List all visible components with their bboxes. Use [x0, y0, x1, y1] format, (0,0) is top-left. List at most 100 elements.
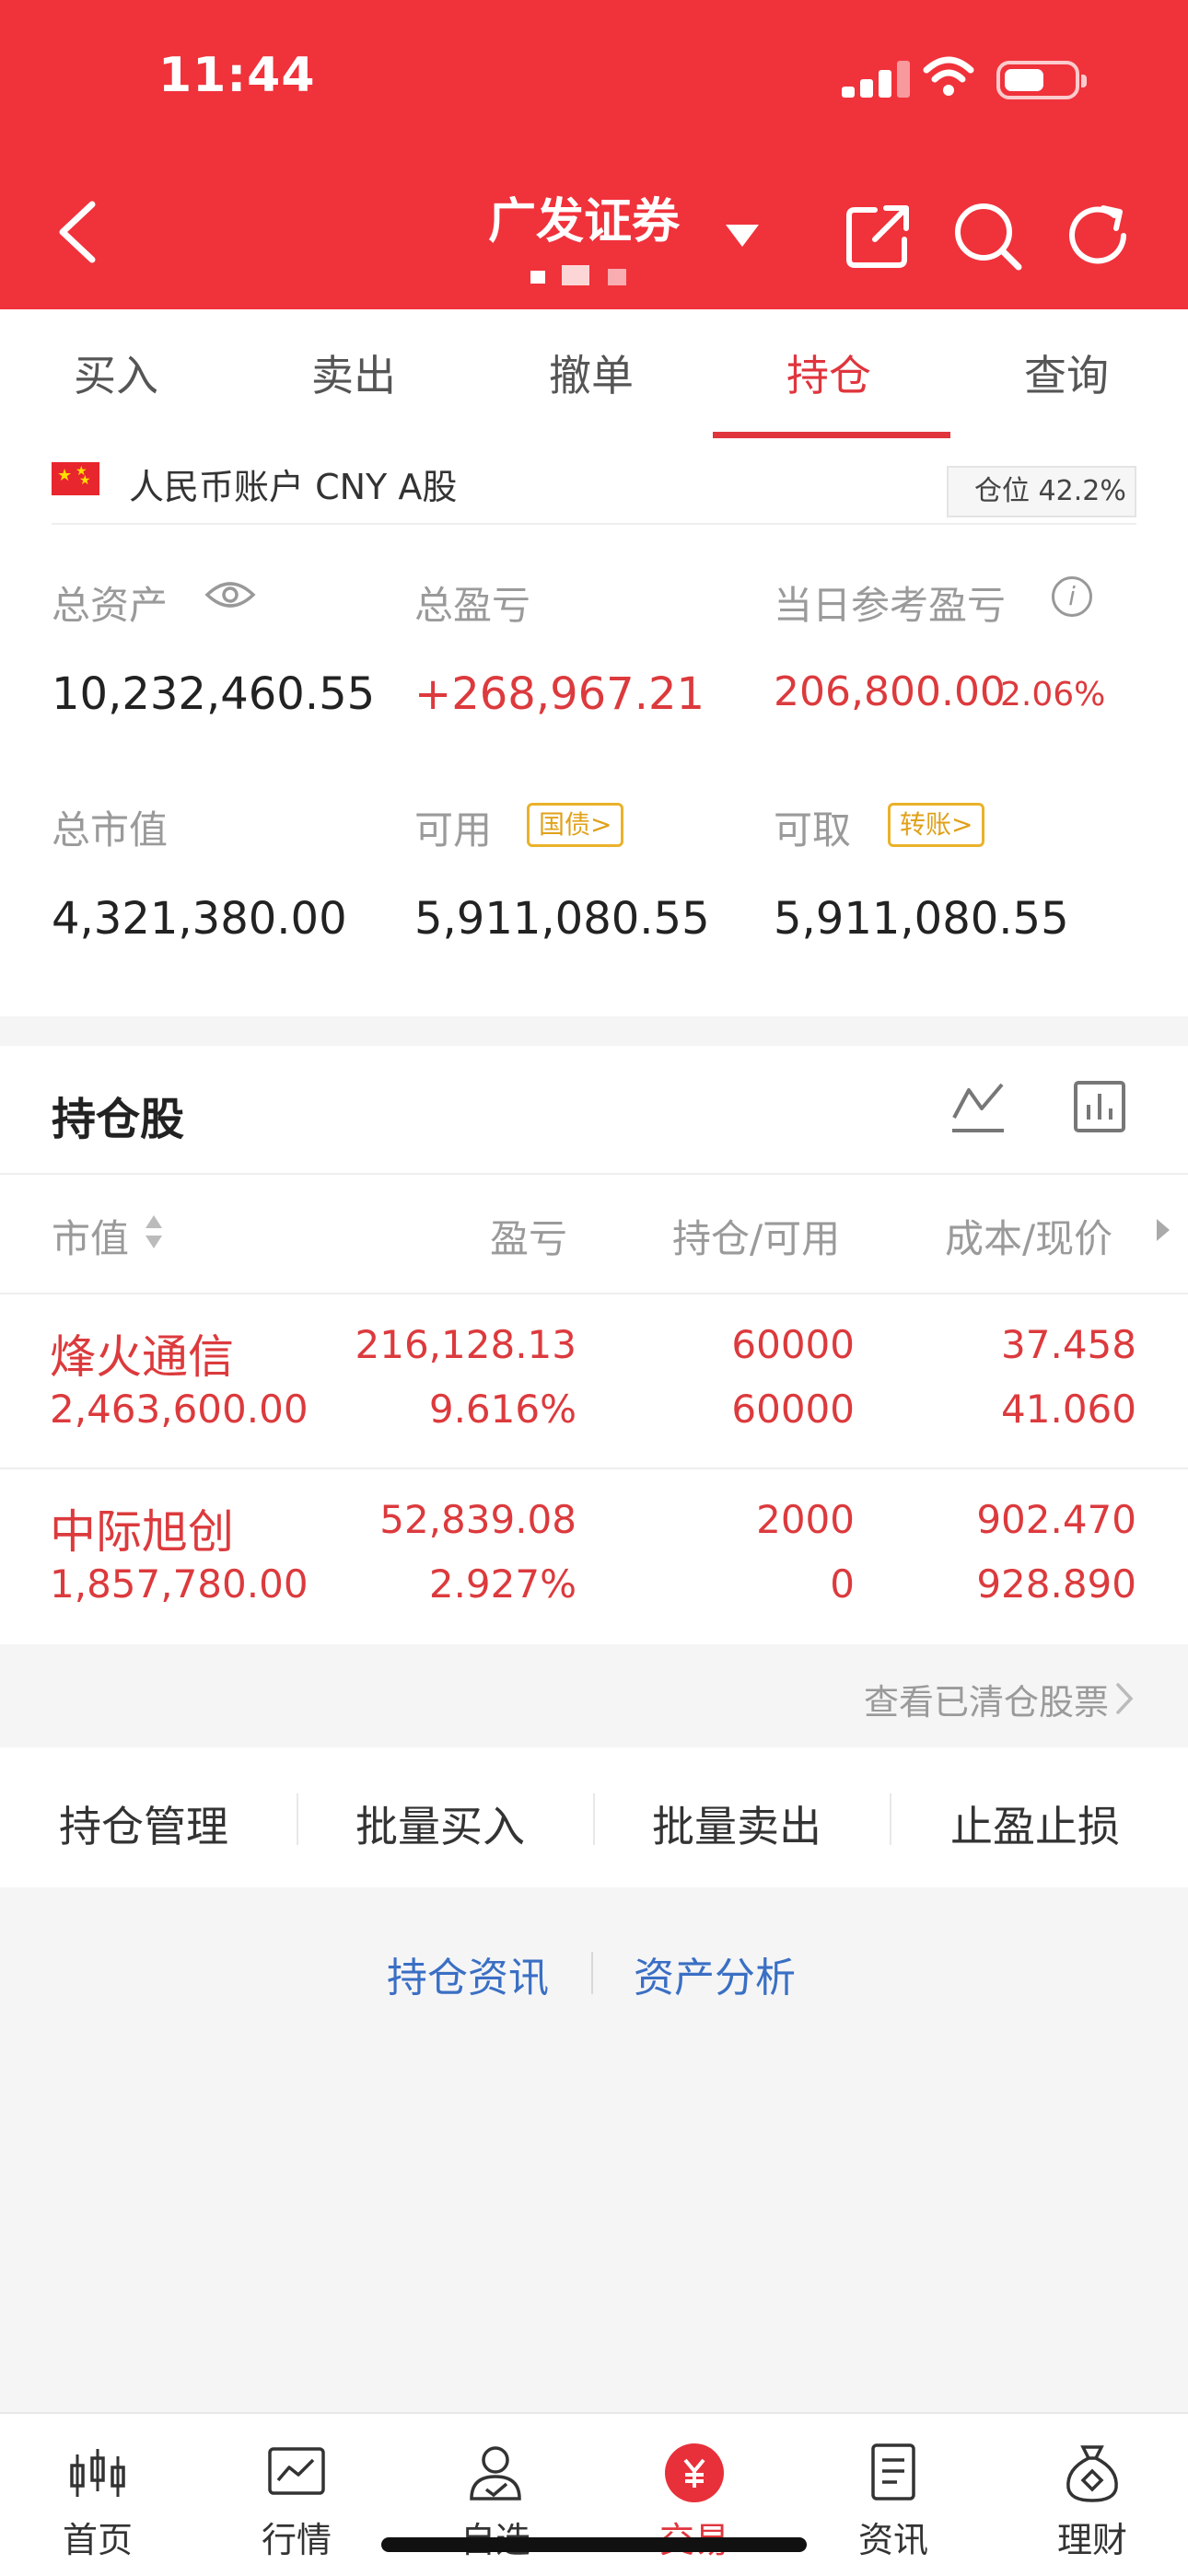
candlestick-icon [70, 2449, 125, 2497]
nav-market-label: 行情 [261, 2520, 332, 2560]
col-pnl: 盈亏 [490, 1216, 568, 1261]
nav-market[interactable]: 行情 [204, 2414, 389, 2576]
treasury-bond-tag[interactable]: 国债> [527, 803, 624, 847]
search-icon[interactable] [950, 199, 1024, 273]
stock-holding: 2000 [756, 1497, 855, 1542]
sort-icon[interactable] [144, 1212, 164, 1252]
home-indicator[interactable] [381, 2537, 807, 2552]
nav-wealth-label: 理财 [1056, 2520, 1127, 2560]
available-value: 5,911,080.55 [414, 893, 710, 945]
total-pnl-label: 总盈亏 [414, 583, 531, 628]
divider [297, 1793, 298, 1845]
divider [591, 1952, 593, 1994]
battery-icon [996, 61, 1087, 99]
nav-news-label: 资讯 [857, 2520, 928, 2560]
withdrawable-value: 5,911,080.55 [774, 893, 1069, 945]
table-row[interactable]: 烽火通信 2,463,600.00 216,128.13 9.616% 6000… [0, 1294, 1188, 1469]
available-label: 可用 [414, 807, 493, 853]
batch-buy-button[interactable]: 批量买入 [355, 1793, 525, 1854]
tab-active-indicator [713, 432, 950, 438]
user-check-icon [470, 2446, 521, 2501]
nav-home-label: 首页 [62, 2520, 133, 2560]
divider [593, 1793, 595, 1845]
holdings-title: 持仓股 [52, 1094, 185, 1145]
tab-query[interactable]: 查询 [1024, 342, 1109, 403]
stock-holding: 60000 [731, 1322, 855, 1367]
yuan-icon [665, 2443, 724, 2502]
info-icon[interactable]: i [1052, 576, 1092, 617]
daily-pnl-label: 当日参考盈亏 [774, 583, 1007, 628]
stock-market-value: 2,463,600.00 [50, 1387, 309, 1432]
withdrawable-label: 可取 [774, 807, 852, 853]
chevron-down-icon[interactable] [726, 225, 759, 247]
position-news-link[interactable]: 持仓资讯 [387, 1944, 549, 2003]
stock-price: 928.890 [976, 1561, 1136, 1607]
cleared-stocks-bar: 查看已清仓股票 [0, 1644, 1188, 1747]
market-value-label: 总市值 [52, 807, 169, 853]
account-type-label: 人民币账户 CNY A股 [129, 467, 458, 507]
back-button[interactable] [52, 197, 107, 267]
divider [890, 1793, 891, 1845]
app-header: 11:44 广发证券 [0, 0, 1188, 309]
daily-pnl-percent: 2.06% [1000, 676, 1106, 714]
eye-icon[interactable] [204, 578, 256, 611]
table-row[interactable]: 中际旭创 1,857,780.00 52,839.08 2.927% 2000 … [0, 1469, 1188, 1644]
stock-pnl: 52,839.08 [379, 1497, 577, 1542]
stock-pnl-percent: 9.616% [428, 1387, 577, 1432]
take-profit-stop-loss-button[interactable]: 止盈止损 [950, 1793, 1120, 1854]
stock-available: 60000 [731, 1387, 855, 1432]
line-chart-icon [268, 2447, 325, 2495]
tab-cancel-order[interactable]: 撤单 [549, 342, 634, 403]
refresh-icon[interactable] [1061, 199, 1135, 273]
stock-name: 中际旭创 [50, 1505, 234, 1559]
nav-wealth[interactable]: 理财 [1000, 2414, 1184, 2576]
tab-buy[interactable]: 买入 [74, 342, 158, 403]
col-holding-available: 持仓/可用 [672, 1216, 841, 1261]
col-cost-price: 成本/现价 [945, 1216, 1113, 1261]
stock-name: 烽火通信 [50, 1330, 234, 1384]
cleared-stocks-link[interactable]: 查看已清仓股票 [864, 1674, 1109, 1724]
col-market-value[interactable]: 市值 [52, 1208, 129, 1264]
stock-available: 0 [830, 1561, 855, 1607]
broker-title[interactable]: 广发证券 [488, 182, 680, 251]
stock-pnl: 216,128.13 [355, 1322, 577, 1367]
chevron-right-icon[interactable] [1157, 1219, 1170, 1241]
footer-links: 持仓资讯 资产分析 [0, 1887, 1188, 2071]
stock-cost: 37.458 [1001, 1322, 1136, 1367]
bar-chart-icon[interactable] [1072, 1079, 1127, 1134]
trade-tabs: 买入 卖出 撤单 持仓 查询 [0, 309, 1188, 440]
transfer-tag[interactable]: 转账> [888, 803, 985, 847]
trend-line-icon[interactable] [949, 1077, 1007, 1136]
stock-cost: 902.470 [976, 1497, 1136, 1542]
nav-home[interactable]: 首页 [6, 2414, 190, 2576]
position-ratio-badge: 仓位 42.2% [947, 466, 1136, 517]
money-bag-icon [1066, 2445, 1118, 2502]
total-assets-label: 总资产 [52, 583, 169, 628]
divider [0, 1173, 1188, 1175]
chevron-right-icon[interactable] [1114, 1681, 1135, 1716]
wifi-icon [923, 56, 974, 96]
news-icon [871, 2443, 915, 2501]
position-management-button[interactable]: 持仓管理 [59, 1793, 228, 1854]
position-actions: 持仓管理 批量买入 批量卖出 止盈止损 [0, 1747, 1188, 1887]
account-summary: ★ ★ ★ 人民币账户 CNY A股 仓位 42.2% 总资产 10,232,4… [0, 438, 1188, 1016]
nav-news[interactable]: 资讯 [801, 2414, 985, 2576]
status-time: 11:44 [158, 48, 316, 103]
batch-sell-button[interactable]: 批量卖出 [652, 1793, 821, 1854]
daily-pnl-value: 206,800.00 [774, 668, 1006, 715]
stock-price: 41.060 [1001, 1387, 1136, 1432]
tab-positions[interactable]: 持仓 [786, 342, 871, 403]
divider [52, 523, 1136, 525]
signal-icon [842, 61, 912, 98]
stock-market-value: 1,857,780.00 [50, 1561, 309, 1607]
tab-sell[interactable]: 卖出 [311, 342, 396, 403]
total-assets-value: 10,232,460.55 [52, 668, 376, 720]
holdings-panel: 持仓股 市值 盈亏 持仓/可用 成本/现价 烽火通信 2,463,600.00 … [0, 1046, 1188, 1644]
asset-analysis-link[interactable]: 资产分析 [634, 1944, 796, 2003]
share-icon[interactable] [844, 201, 914, 271]
account-number-masked [530, 265, 626, 285]
stock-pnl-percent: 2.927% [428, 1561, 577, 1607]
total-pnl-value: +268,967.21 [414, 668, 705, 720]
market-value-value: 4,321,380.00 [52, 893, 347, 945]
china-flag-icon: ★ ★ ★ [52, 462, 99, 495]
